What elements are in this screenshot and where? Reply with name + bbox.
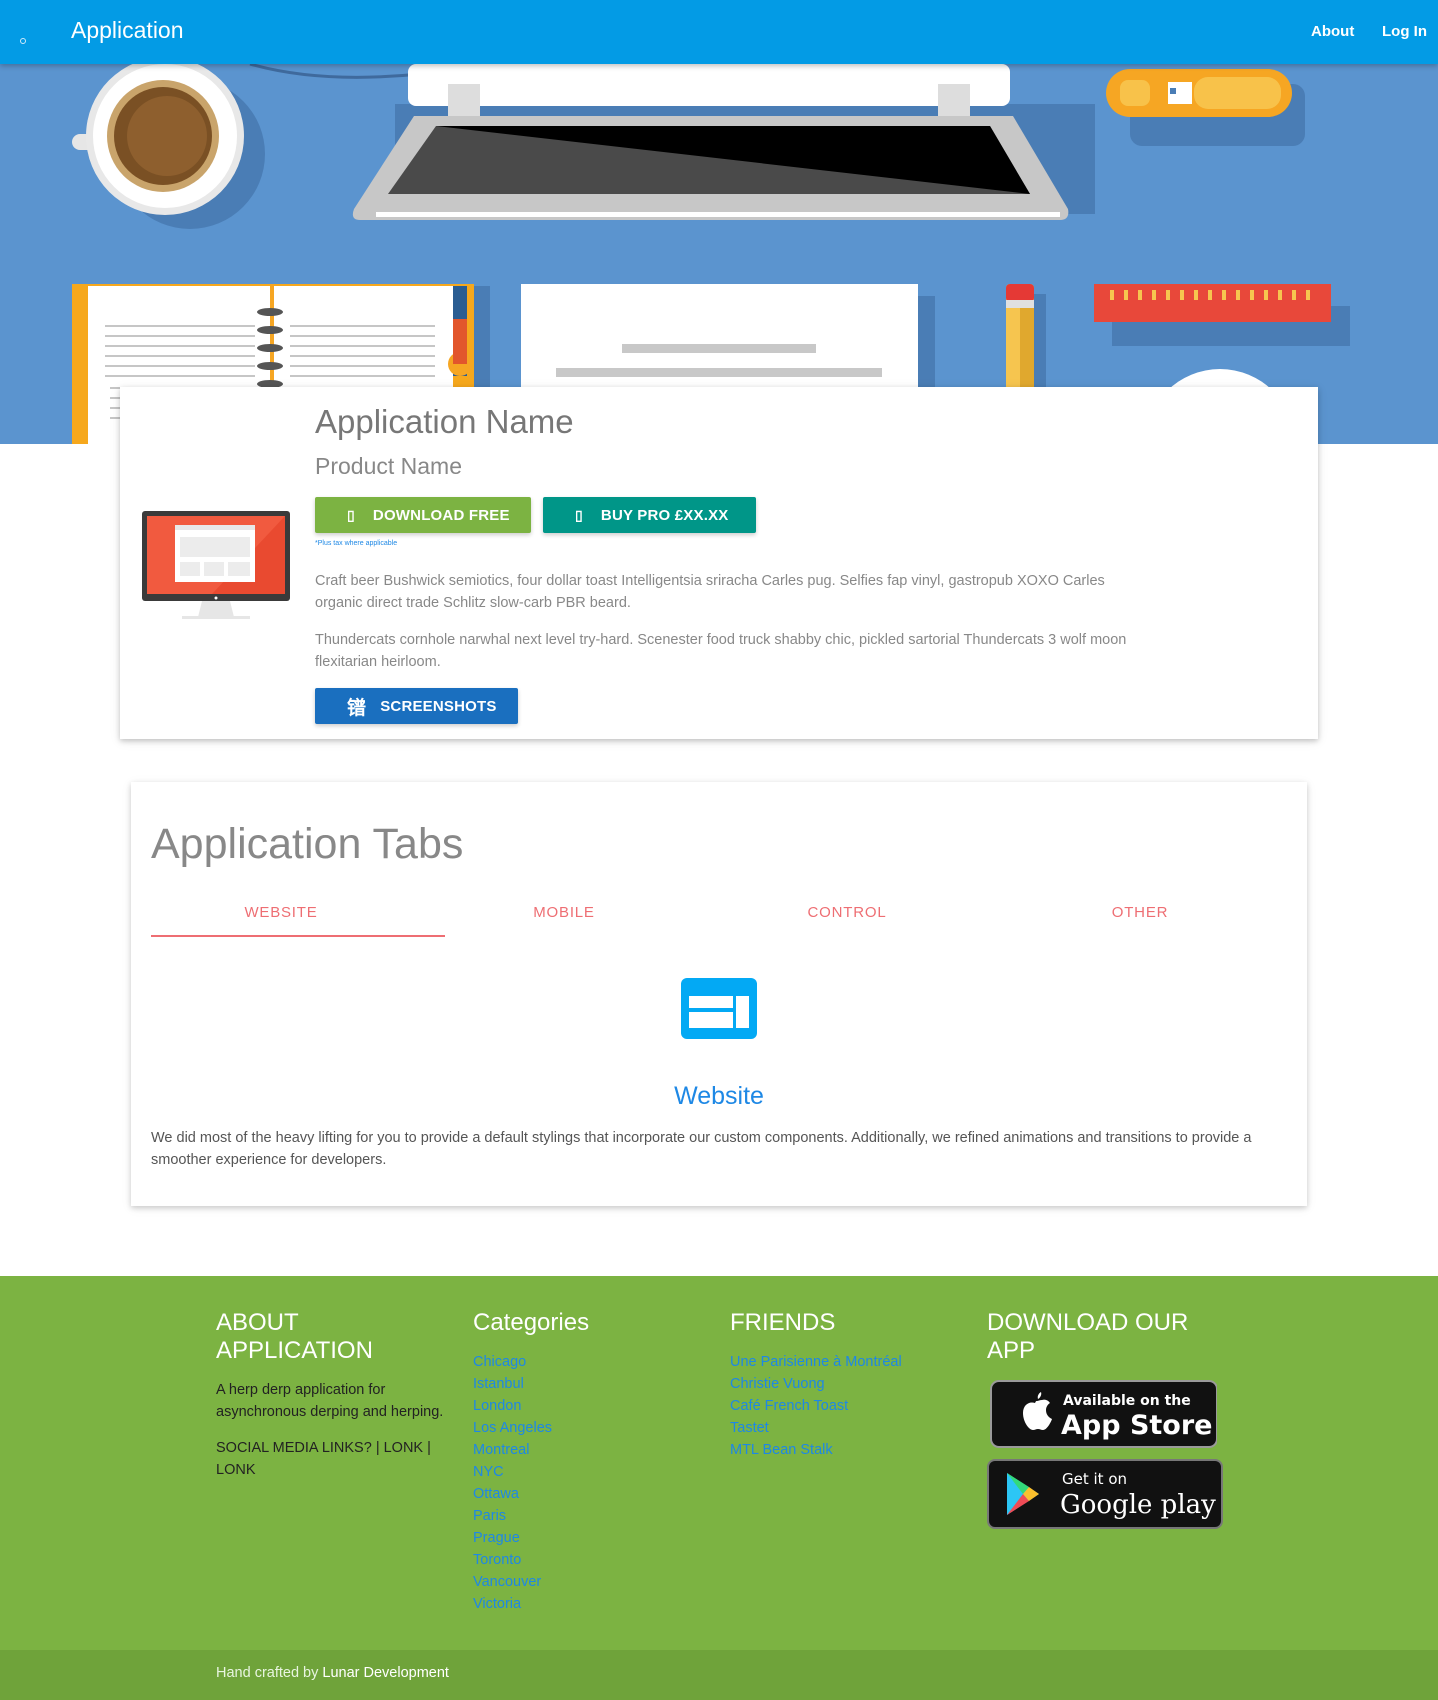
menu-dot-icon[interactable]	[20, 38, 26, 44]
tab-control[interactable]: CONTROL	[707, 904, 987, 921]
footer: ABOUT APPLICATION A herp derp applicatio…	[0, 1276, 1438, 1650]
tab-other[interactable]: OTHER	[1000, 904, 1280, 921]
footer-bottom-bar: Hand crafted by Lunar Development	[0, 1650, 1438, 1700]
google-play-big-text: Google play	[1060, 1490, 1216, 1520]
screenshots-button[interactable]: 镨 SCREENSHOTS	[315, 688, 518, 724]
category-link[interactable]: Paris	[473, 1505, 589, 1527]
tab-website[interactable]: WEBSITE	[141, 904, 421, 921]
cable-illustration	[249, 64, 421, 79]
friend-link[interactable]: Tastet	[730, 1417, 902, 1439]
tab-mobile[interactable]: MOBILE	[424, 904, 704, 921]
category-link[interactable]: Prague	[473, 1527, 589, 1549]
nav-link-about[interactable]: About	[1311, 23, 1354, 40]
app-description-1: Craft beer Bushwick semiotics, four doll…	[315, 573, 1105, 611]
tax-note: *Plus tax where applicable	[315, 540, 398, 547]
product-name: Product Name	[315, 453, 463, 479]
friend-link[interactable]: Une Parisienne à Montréal	[730, 1351, 902, 1373]
friend-link[interactable]: Café French Toast	[730, 1395, 902, 1417]
app-info-card: Application Name Product Name ▯ DOWNLOAD…	[120, 387, 1318, 739]
brand-logo[interactable]: Application	[71, 17, 184, 44]
top-navbar: Application About Log In	[0, 0, 1438, 64]
footer-about-column: ABOUT APPLICATION A herp derp applicatio…	[216, 1309, 456, 1495]
google-play-badge[interactable]: Get it on Google play	[987, 1459, 1223, 1529]
footer-about-title: ABOUT APPLICATION	[216, 1309, 373, 1364]
category-link[interactable]: Istanbul	[473, 1373, 589, 1395]
categories-list: Chicago Istanbul London Los Angeles Mont…	[473, 1351, 589, 1615]
footer-download-title: DOWNLOAD OUR APP	[987, 1309, 1189, 1364]
coffee-cup-illustration	[72, 64, 265, 229]
app-store-big-text: App Store	[1061, 1410, 1212, 1441]
friend-link[interactable]: Christie Vuong	[730, 1373, 902, 1395]
footer-about-text: A herp derp application for asynchronous…	[216, 1382, 444, 1420]
footer-friends-column: FRIENDS Une Parisienne à Montréal Christ…	[730, 1309, 902, 1461]
download-icon: ▯	[347, 506, 355, 523]
tab-content-text: We did most of the heavy lifting for you…	[151, 1130, 1252, 1168]
ruler-illustration	[1094, 284, 1350, 346]
usb-stick-illustration	[1106, 69, 1305, 146]
category-link[interactable]: Chicago	[473, 1351, 589, 1373]
active-tab-indicator	[151, 935, 445, 937]
download-free-button[interactable]: ▯ DOWNLOAD FREE	[315, 497, 531, 533]
buy-pro-button[interactable]: ▯ BUY PRO £XX.XX	[543, 497, 756, 533]
friend-link[interactable]: MTL Bean Stalk	[730, 1439, 902, 1461]
cart-icon: ▯	[575, 506, 583, 523]
nav-link-login[interactable]: Log In	[1382, 23, 1427, 40]
screenshots-label: SCREENSHOTS	[380, 697, 497, 715]
footer-categories-column: Categories Chicago Istanbul London Los A…	[473, 1309, 589, 1615]
tab-content-heading: Website	[674, 1082, 764, 1110]
application-tabs-card: Application Tabs WEBSITE MOBILE CONTROL …	[131, 782, 1307, 1206]
tabs-title: Application Tabs	[151, 820, 464, 868]
category-link[interactable]: Toronto	[473, 1549, 589, 1571]
footer-download-column: DOWNLOAD OUR APP Available on the App St…	[987, 1309, 1223, 1539]
footer-credit: Hand crafted by Lunar Development	[216, 1665, 449, 1681]
credit-link[interactable]: Lunar Development	[322, 1665, 449, 1681]
footer-social-links[interactable]: SOCIAL MEDIA LINKS? | LONK | LONK	[216, 1437, 456, 1481]
credit-prefix: Hand crafted by	[216, 1665, 319, 1681]
monitor-icon	[142, 511, 290, 619]
app-description-2: Thundercats cornhole narwhal next level …	[315, 632, 1127, 670]
category-link[interactable]: Los Angeles	[473, 1417, 589, 1439]
category-link[interactable]: Vancouver	[473, 1571, 589, 1593]
category-link[interactable]: NYC	[473, 1461, 589, 1483]
buy-pro-label: BUY PRO £XX.XX	[600, 506, 729, 524]
category-link[interactable]: Victoria	[473, 1593, 589, 1615]
app-store-badge[interactable]: Available on the App Store	[987, 1379, 1217, 1449]
app-store-small-text: Available on the	[1063, 1393, 1191, 1409]
website-icon	[681, 978, 757, 1039]
download-free-label: DOWNLOAD FREE	[372, 506, 510, 524]
friends-list: Une Parisienne à Montréal Christie Vuong…	[730, 1351, 902, 1461]
footer-categories-title: Categories	[473, 1309, 590, 1336]
category-link[interactable]: Ottawa	[473, 1483, 589, 1505]
google-play-small-text: Get it on	[1062, 1470, 1127, 1488]
category-link[interactable]: London	[473, 1395, 589, 1417]
app-name-heading: Application Name	[315, 403, 574, 440]
laptop-illustration	[352, 64, 1095, 220]
footer-friends-title: FRIENDS	[730, 1309, 836, 1336]
category-link[interactable]: Montreal	[473, 1439, 589, 1461]
screenshots-icon: 镨	[347, 697, 367, 719]
